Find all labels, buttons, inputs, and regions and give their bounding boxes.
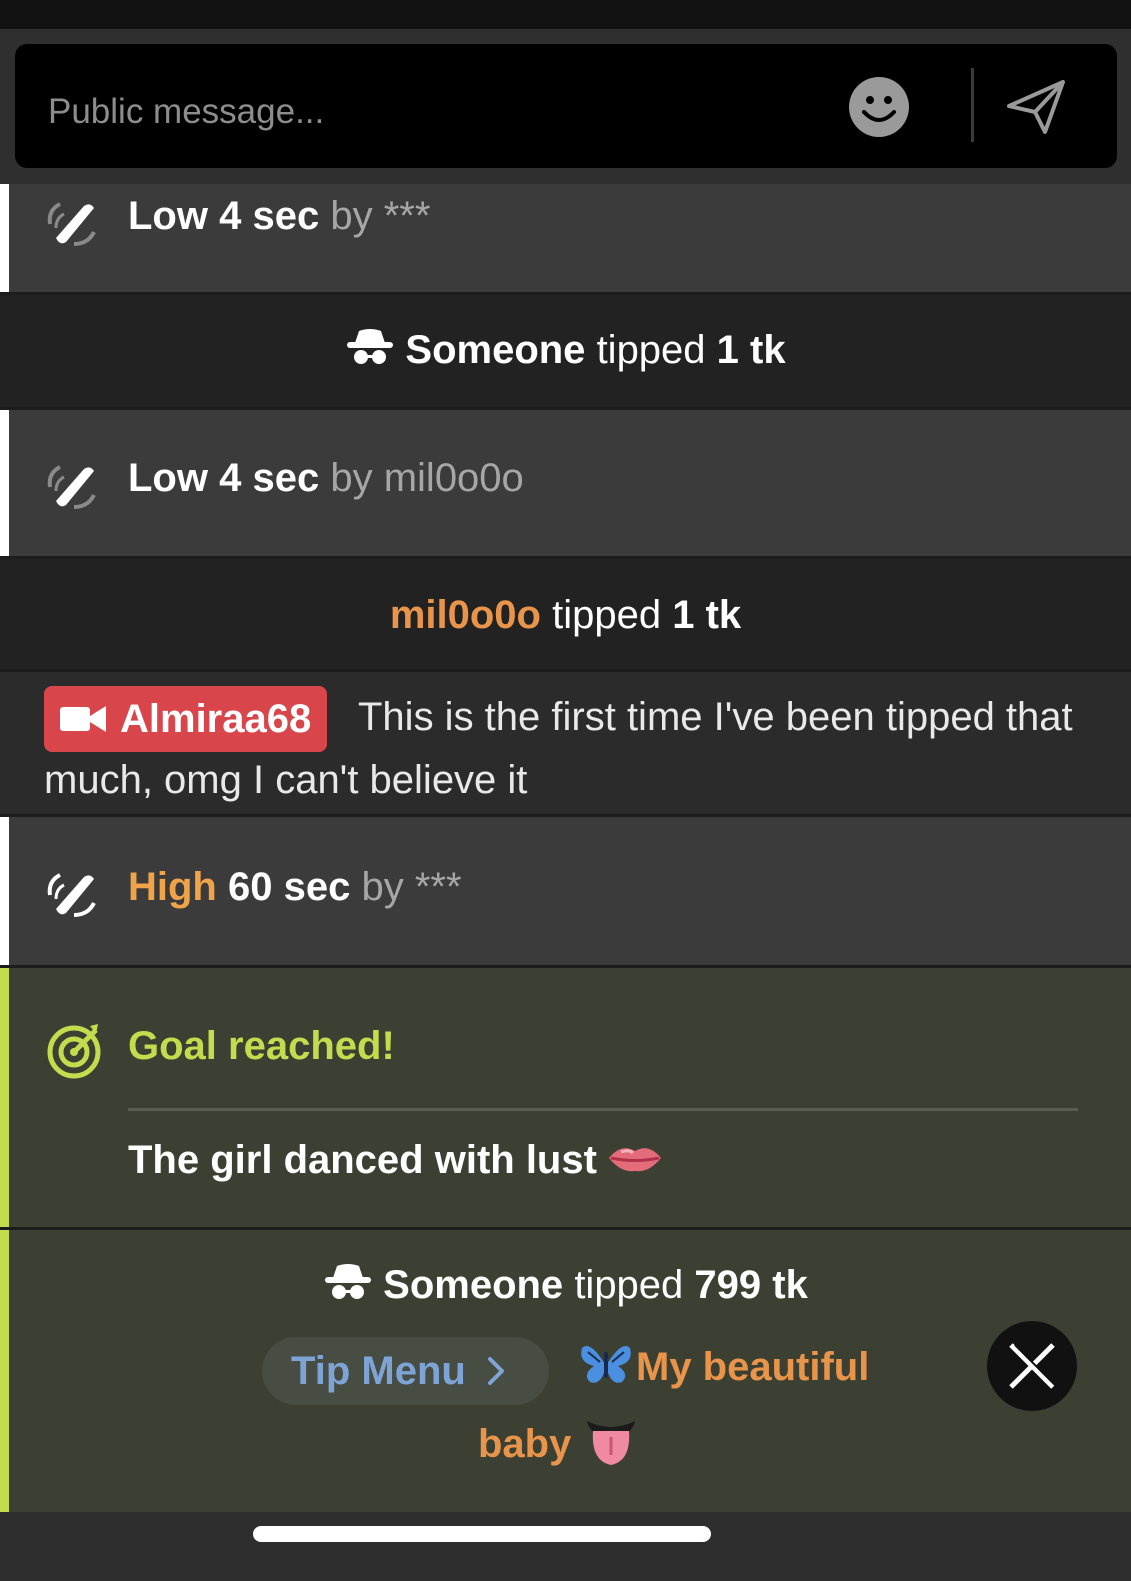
vibration-level: High [128,865,217,909]
lips-emoji-icon [608,1148,661,1172]
tip-amount: 799 tk [694,1263,808,1307]
goal-marker [0,968,9,1227]
model-message: This is the first time I've been tipped … [0,672,1131,814]
tipped-verb: tipped [574,1263,684,1307]
vibration-level: Low [128,456,208,500]
chevron-right-icon [487,1357,504,1385]
goal-divider [128,1108,1078,1111]
vibration-user: *** [414,865,462,909]
bottom-area [0,1512,1131,1581]
composer-divider [971,68,974,142]
tipper-name: Someone [383,1263,564,1307]
composer-bar: Public message... [0,29,1131,184]
by-label: by [361,865,404,909]
by-label: by [330,456,373,500]
status-strip [0,0,1131,29]
vibration-text: High 60 sec by *** [128,865,462,910]
tipped-verb: tipped [596,328,706,372]
vibration-event: High 60 sec by *** [0,817,1131,965]
vibration-duration: 4 sec [219,456,320,500]
goal-title: Goal reached! [128,1024,395,1068]
tip-item-line-2: baby [478,1417,637,1467]
vibrator-icon [47,465,96,509]
tipper-name: Someone [405,328,586,372]
close-button[interactable] [987,1321,1077,1411]
input-placeholder: Public message... [48,92,325,131]
tip-text: Someone tipped 1 tk [0,327,1131,373]
anonymous-spy-icon [347,329,394,364]
vibration-event: Low 4 sec by mil0o0o [0,410,1131,556]
vibration-user[interactable]: mil0o0o [384,456,524,500]
vibration-event: Low 4 sec by *** [0,184,1131,292]
tipper-name[interactable]: mil0o0o [390,593,541,637]
vibration-text: Low 4 sec by *** [128,194,430,239]
by-label: by [330,194,373,238]
tip-item-line-1: My beautiful [580,1342,869,1390]
tip-text: Someone tipped 799 tk [0,1262,1131,1308]
vibration-user: *** [383,194,431,238]
vibrator-icon [47,202,96,246]
model-name: Almiraa68 [120,696,312,741]
goal-event: Goal reached! The girl danced with lust [0,968,1131,1227]
close-x-icon [1009,1343,1058,1389]
vibration-level: Low [128,194,208,238]
tipped-verb: tipped [552,593,662,637]
event-marker [0,817,9,965]
tip-menu-button[interactable]: Tip Menu [262,1337,549,1405]
target-icon [47,1024,101,1079]
public-message-input[interactable]: Public message... [15,44,1117,168]
smiley-icon[interactable] [848,76,910,138]
butterfly-emoji-icon [581,1346,631,1383]
paper-plane-icon[interactable] [1005,76,1067,138]
vibration-duration: 60 sec [228,865,351,909]
goal-description-text: The girl danced with lust [128,1138,597,1182]
video-camera-icon [60,706,106,732]
tongue-emoji-icon [587,1421,636,1465]
tip-menu-label: Tip Menu [291,1348,466,1393]
tip-event: mil0o0o tipped 1 tk [0,559,1131,669]
vibration-text: Low 4 sec by mil0o0o [128,456,524,501]
vibrator-icon [47,873,96,917]
event-marker [0,184,9,292]
goal-description: The girl danced with lust [128,1138,663,1183]
tip-menu-event: Someone tipped 799 tk Tip Menu My beauti… [0,1230,1131,1512]
anonymous-spy-icon [325,1264,372,1299]
model-badge[interactable]: Almiraa68 [44,686,328,752]
tip-event: Someone tipped 1 tk [0,295,1131,407]
tip-item-text-2: baby [478,1422,572,1466]
event-marker [0,410,9,556]
home-indicator[interactable] [253,1526,711,1542]
vibration-duration: 4 sec [219,194,320,238]
tip-amount: 1 tk [672,593,742,637]
tip-text: mil0o0o tipped 1 tk [0,593,1131,638]
tip-amount: 1 tk [716,328,786,372]
tip-item-text-1: My beautiful [636,1345,870,1389]
